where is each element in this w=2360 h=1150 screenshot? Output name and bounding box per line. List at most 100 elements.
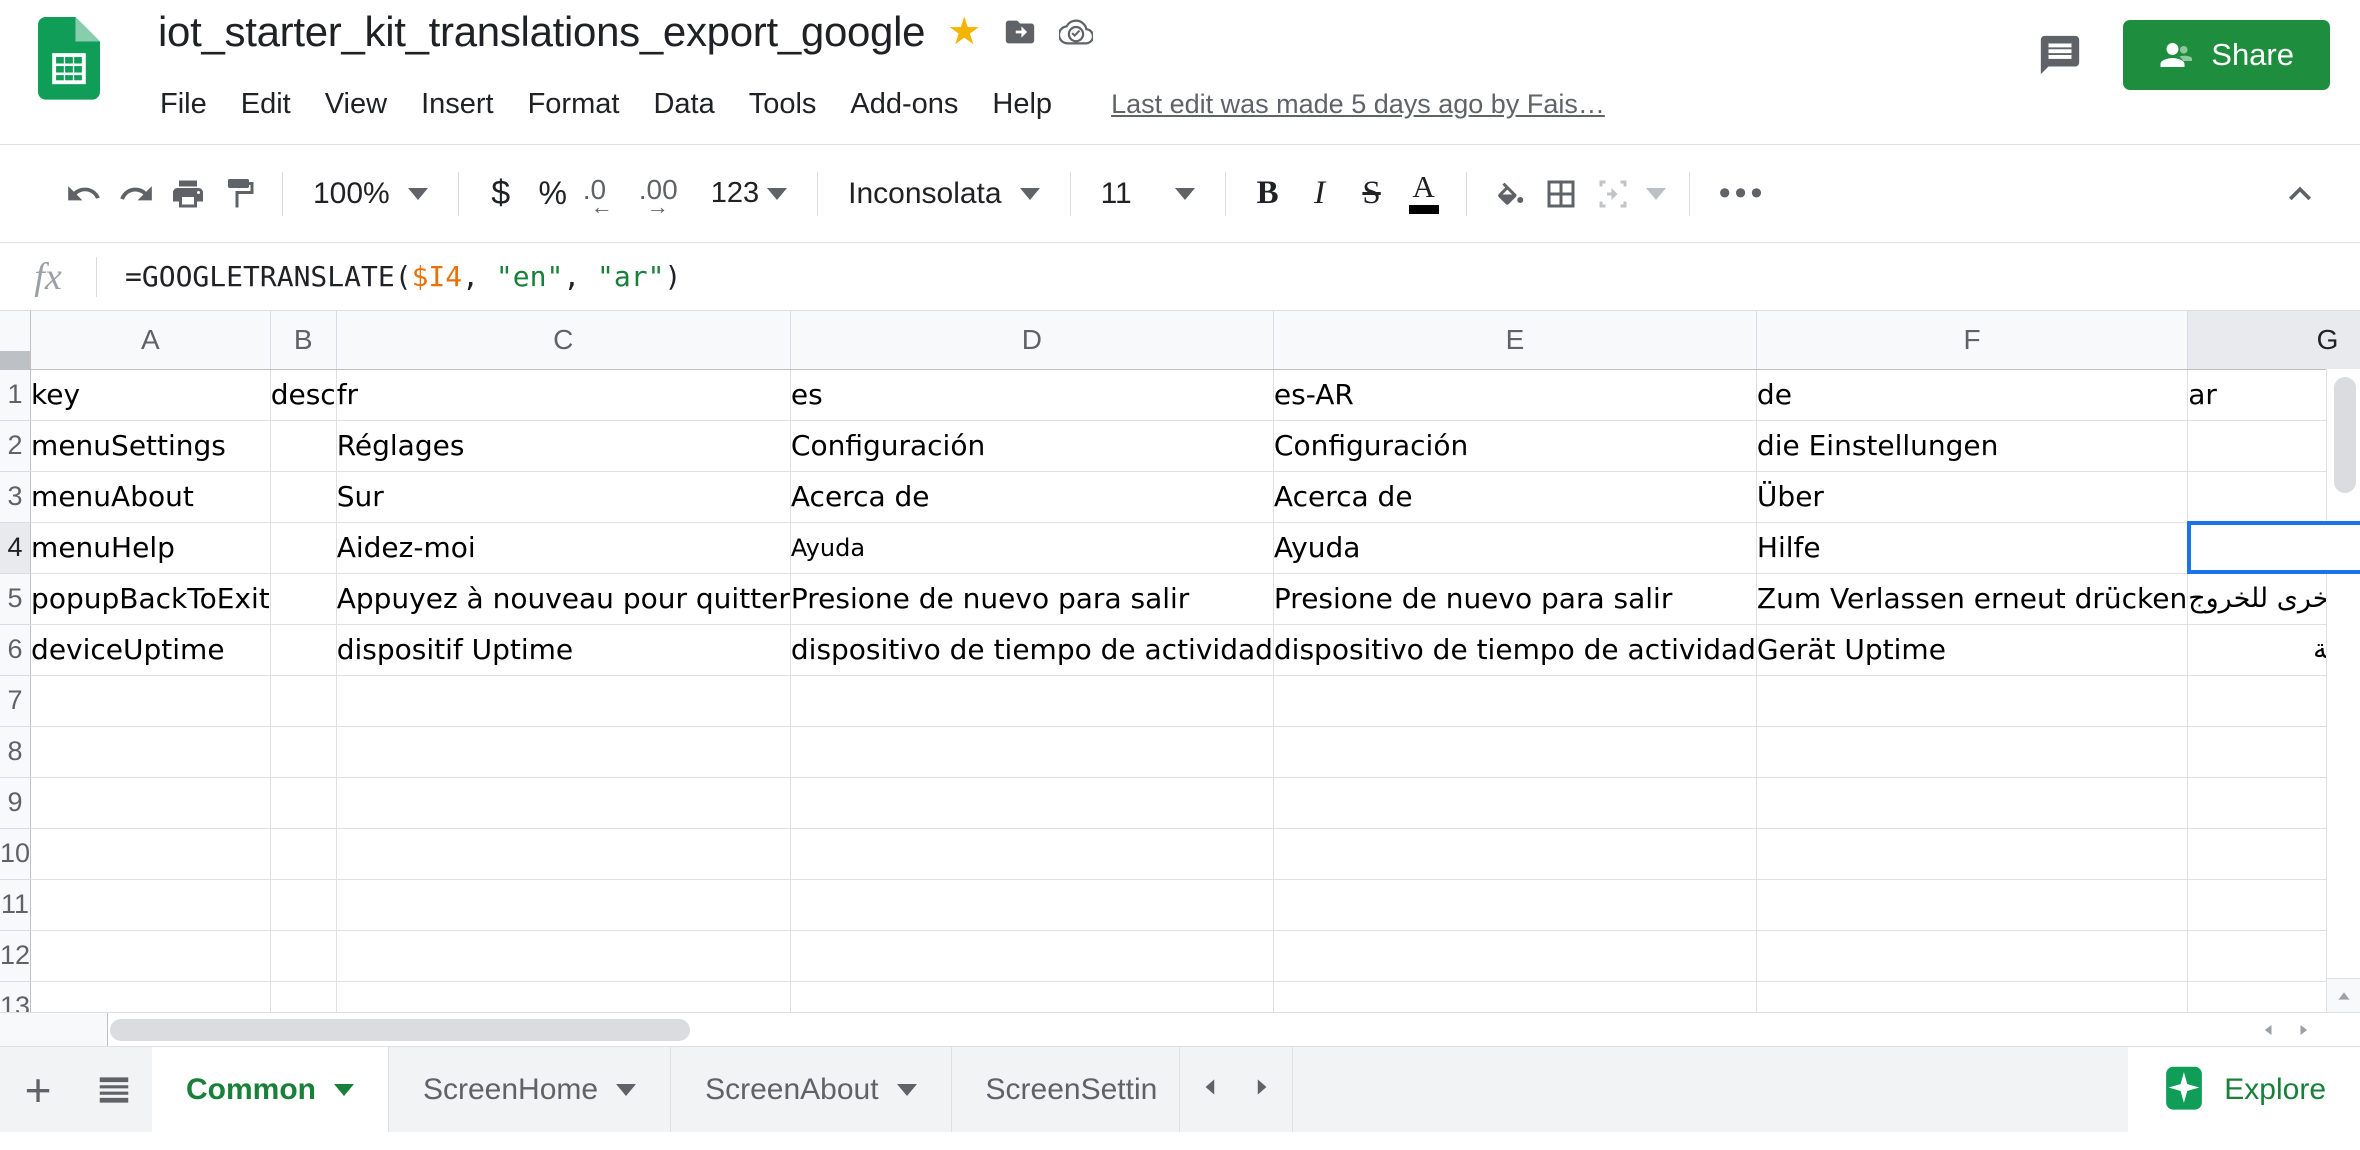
vertical-scroll-thumb[interactable] <box>2334 377 2356 493</box>
cell-b3[interactable] <box>270 471 337 523</box>
column-header-a[interactable]: A <box>30 311 271 370</box>
font-size-select[interactable]: 11 <box>1087 168 1209 220</box>
cell-c8[interactable] <box>336 726 791 778</box>
cell-f2[interactable]: die Einstellungen <box>1756 420 2189 472</box>
cloud-saved-icon[interactable] <box>1059 15 1094 49</box>
menu-file[interactable]: File <box>160 88 224 121</box>
chevron-left-icon[interactable] <box>1198 1072 1224 1107</box>
star-icon[interactable]: ★ <box>947 13 981 51</box>
cell-e3[interactable]: Acerca de <box>1273 471 1757 523</box>
cell-f4[interactable]: Hilfe <box>1756 522 2189 574</box>
cell-a8[interactable] <box>30 726 271 778</box>
row-header-12[interactable]: 12 <box>0 930 32 982</box>
cell-d9[interactable] <box>790 777 1274 829</box>
column-header-e[interactable]: E <box>1273 311 1757 370</box>
percent-format-button[interactable]: % <box>527 168 579 220</box>
currency-format-button[interactable]: $ <box>475 168 527 220</box>
cell-f12[interactable] <box>1756 930 2189 982</box>
undo-icon[interactable] <box>58 168 110 220</box>
chevron-down-icon[interactable] <box>616 1083 637 1096</box>
vertical-scrollbar[interactable] <box>2326 369 2360 1046</box>
sheet-tab-common[interactable]: Common <box>152 1047 389 1132</box>
italic-button[interactable]: I <box>1294 168 1346 220</box>
cell-f5[interactable]: Zum Verlassen erneut drücken <box>1756 573 2189 625</box>
cell-a7[interactable] <box>30 675 271 727</box>
cell-g4[interactable]: مساعدة <box>2186 521 2360 574</box>
chevron-down-icon[interactable] <box>334 1083 354 1096</box>
sheet-tab-screenhome[interactable]: ScreenHome <box>389 1047 672 1132</box>
cell-e11[interactable] <box>1273 879 1757 931</box>
cell-e5[interactable]: Presione de nuevo para salir <box>1273 573 1757 625</box>
row-header-9[interactable]: 9 <box>0 777 32 829</box>
cell-c4[interactable]: Aidez-moi <box>336 522 791 574</box>
cell-c3[interactable]: Sur <box>336 471 791 523</box>
cell-c10[interactable] <box>336 828 791 880</box>
decrease-decimal-button[interactable]: .0 ← <box>579 168 635 220</box>
cell-a11[interactable] <box>30 879 271 931</box>
cell-a9[interactable] <box>30 777 271 829</box>
cell-c1[interactable]: fr <box>336 369 791 421</box>
cell-a4[interactable]: menuHelp <box>30 522 271 574</box>
cell-e6[interactable]: dispositivo de tiempo de actividad <box>1273 624 1757 676</box>
row-header-8[interactable]: 8 <box>0 726 32 778</box>
scroll-right-icon[interactable] <box>2286 1013 2320 1046</box>
redo-icon[interactable] <box>110 168 162 220</box>
add-sheet-button[interactable]: + <box>0 1047 76 1132</box>
comment-icon[interactable] <box>2037 32 2083 78</box>
chevron-down-icon[interactable] <box>896 1083 917 1096</box>
cell-d3[interactable]: Acerca de <box>790 471 1274 523</box>
menu-help[interactable]: Help <box>975 88 1069 121</box>
sheet-tab-screenabout[interactable]: ScreenAbout <box>671 1047 952 1132</box>
row-header-10[interactable]: 10 <box>0 828 32 880</box>
scroll-up-icon[interactable] <box>2327 978 2360 1012</box>
row-header-7[interactable]: 7 <box>0 675 32 727</box>
cell-b10[interactable] <box>270 828 337 880</box>
cell-d8[interactable] <box>790 726 1274 778</box>
number-format-select[interactable]: 123 <box>707 168 801 220</box>
fill-color-icon[interactable] <box>1483 168 1535 220</box>
row-header-2[interactable]: 2 <box>0 420 32 472</box>
cell-f11[interactable] <box>1756 879 2189 931</box>
move-to-folder-icon[interactable] <box>1003 15 1037 49</box>
cell-a10[interactable] <box>30 828 271 880</box>
menu-insert[interactable]: Insert <box>404 88 511 121</box>
cell-b5[interactable] <box>270 573 337 625</box>
menu-view[interactable]: View <box>308 88 404 121</box>
more-options-button[interactable]: ••• <box>1706 168 1780 220</box>
cell-d12[interactable] <box>790 930 1274 982</box>
cell-c5[interactable]: Appuyez à nouveau pour quitter <box>336 573 791 625</box>
cell-e4[interactable]: Ayuda <box>1273 522 1757 574</box>
cell-f1[interactable]: de <box>1756 369 2189 421</box>
cell-a12[interactable] <box>30 930 271 982</box>
cell-c9[interactable] <box>336 777 791 829</box>
cell-d10[interactable] <box>790 828 1274 880</box>
column-header-d[interactable]: D <box>790 311 1274 370</box>
cell-b6[interactable] <box>270 624 337 676</box>
cell-b8[interactable] <box>270 726 337 778</box>
text-color-button[interactable]: A <box>1398 168 1450 220</box>
merge-cells-dropdown[interactable] <box>1639 168 1673 220</box>
bold-button[interactable]: B <box>1242 168 1294 220</box>
print-icon[interactable] <box>162 168 214 220</box>
cell-b12[interactable] <box>270 930 337 982</box>
cell-b2[interactable] <box>270 420 337 472</box>
column-header-c[interactable]: C <box>336 311 791 370</box>
page-title[interactable]: iot_starter_kit_translations_export_goog… <box>158 8 926 56</box>
all-sheets-button[interactable] <box>76 1047 152 1132</box>
cell-f6[interactable]: Gerät Uptime <box>1756 624 2189 676</box>
row-header-5[interactable]: 5 <box>0 573 32 625</box>
cell-e9[interactable] <box>1273 777 1757 829</box>
row-header-3[interactable]: 3 <box>0 471 32 523</box>
cell-d6[interactable]: dispositivo de tiempo de actividad <box>790 624 1274 676</box>
cell-f8[interactable] <box>1756 726 2189 778</box>
cell-c2[interactable]: Réglages <box>336 420 791 472</box>
paint-format-icon[interactable] <box>214 168 266 220</box>
share-button[interactable]: Share <box>2123 20 2330 90</box>
scroll-left-icon[interactable] <box>2252 1013 2286 1046</box>
explore-button[interactable]: Explore <box>2128 1047 2360 1132</box>
cell-c7[interactable] <box>336 675 791 727</box>
cell-d4[interactable]: Ayuda <box>790 522 1274 574</box>
cell-e7[interactable] <box>1273 675 1757 727</box>
cell-e8[interactable] <box>1273 726 1757 778</box>
cell-f7[interactable] <box>1756 675 2189 727</box>
